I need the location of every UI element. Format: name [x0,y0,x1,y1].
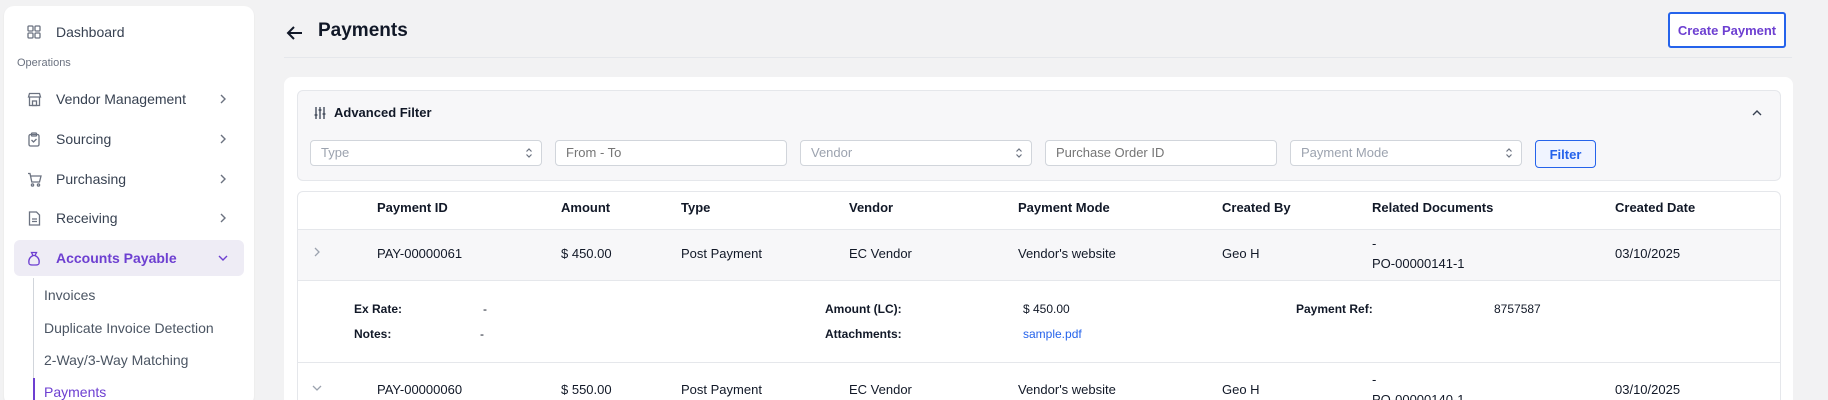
date-range-field[interactable] [566,145,786,160]
cell-vendor: EC Vendor [849,246,912,261]
column-header-created-date[interactable]: Created Date [1615,200,1695,215]
moneybag-icon [26,250,42,266]
vendor-select[interactable]: Vendor [800,140,1032,166]
purchase-order-input[interactable] [1045,140,1277,166]
detail-label-notes: Notes: [354,327,392,341]
column-header-amount[interactable]: Amount [561,200,610,215]
chevron-right-icon [220,213,226,223]
create-payment-button[interactable]: Create Payment [1668,12,1786,48]
cell-created-by: Geo H [1222,382,1260,397]
column-header-payment-mode[interactable]: Payment Mode [1018,200,1110,215]
purchase-order-field[interactable] [1056,145,1276,160]
column-header-type[interactable]: Type [681,200,710,215]
document-icon [26,210,42,226]
column-header-created-by[interactable]: Created By [1222,200,1291,215]
sidebar-subitem-duplicate-invoice-detection[interactable]: Duplicate Invoice Detection [44,320,214,336]
select-arrows-icon [526,148,532,158]
chevron-down-icon[interactable] [311,382,323,394]
detail-label-ex-rate: Ex Rate: [354,302,403,316]
sidebar-item-label: Dashboard [56,24,125,40]
cell-created-by: Geo H [1222,246,1260,261]
select-arrows-icon [1506,148,1512,158]
cell-type: Post Payment [681,246,762,261]
payments-table [297,191,1781,400]
sidebar-subitem-matching[interactable]: 2-Way/3-Way Matching [44,352,188,368]
dashboard-icon [26,24,42,40]
sidebar-item-label: Sourcing [56,131,112,147]
date-range-input[interactable] [555,140,787,166]
page-title: Payments [318,20,408,41]
detail-label-amount-lc: Amount (LC): [825,302,902,316]
advanced-filter-title: Advanced Filter [334,105,432,120]
sidebar-item-label: Accounts Payable [56,250,177,266]
active-indicator [33,378,35,400]
payment-mode-select[interactable]: Payment Mode [1290,140,1522,166]
sidebar-item-vendor-management[interactable]: Vendor Management [14,81,244,117]
cell-created-date: 03/10/2025 [1615,382,1681,397]
column-header-vendor[interactable]: Vendor [849,200,893,215]
sidebar-item-label: Receiving [56,210,118,226]
cell-vendor: EC Vendor [849,382,912,397]
sidebar-item-accounts-payable[interactable]: Accounts Payable [14,240,244,276]
store-icon [26,91,42,107]
detail-value-notes: - [480,327,484,341]
filter-button[interactable]: Filter [1535,140,1596,168]
detail-value-payment-ref: 8757587 [1494,302,1541,316]
sidebar-item-label: Vendor Management [56,91,186,107]
payment-mode-select-placeholder: Payment Mode [1301,145,1389,160]
detail-value-amount-lc: $ 450.00 [1023,302,1070,316]
chevron-right-icon [220,134,226,144]
sidebar-item-dashboard[interactable]: Dashboard [14,14,244,50]
section-label: Operations [17,57,71,69]
cell-related-doc-2: PO-00000141-1 [1372,256,1465,271]
cart-icon [26,171,42,187]
cell-amount: $ 450.00 [561,246,612,261]
cell-payment-id: PAY-00000060 [377,382,463,397]
accounts-payable-submenu: Invoices Duplicate Invoice Detection 2-W… [33,278,243,400]
sidebar-item-purchasing[interactable]: Purchasing [14,161,244,197]
vendor-select-placeholder: Vendor [811,145,853,160]
back-arrow-icon[interactable] [284,22,306,44]
chevron-right-icon [220,174,226,184]
chevron-right-icon [220,94,226,104]
sidebar-subitem-payments[interactable]: Payments [44,384,106,400]
type-select-placeholder: Type [321,145,350,160]
cell-related-doc-1: - [1372,236,1377,251]
cell-related-doc-2: PO-00000140-1 [1372,392,1465,400]
header-divider [284,57,1792,58]
select-arrows-icon [1016,148,1022,158]
sidebar-item-label: Purchasing [56,171,127,187]
column-header-related-documents[interactable]: Related Documents [1372,200,1493,215]
clipboard-icon [26,131,42,147]
sidebar-item-receiving[interactable]: Receiving [14,200,244,236]
detail-label-attachments: Attachments: [825,327,902,341]
cell-payment-mode: Vendor's website [1018,246,1116,261]
column-header-payment-id[interactable]: Payment ID [377,200,448,215]
sidebar-item-sourcing[interactable]: Sourcing [14,121,244,157]
attachment-link[interactable]: sample.pdf [1023,327,1082,341]
cell-amount: $ 550.00 [561,382,612,397]
chevron-right-icon[interactable] [311,246,323,258]
sliders-icon [314,107,326,119]
chevron-up-icon[interactable] [1750,106,1764,120]
detail-label-payment-ref: Payment Ref: [1296,302,1373,316]
cell-type: Post Payment [681,382,762,397]
chevron-down-icon [218,255,228,261]
detail-value-ex-rate: - [483,302,487,316]
cell-created-date: 03/10/2025 [1615,246,1681,261]
cell-payment-mode: Vendor's website [1018,382,1116,397]
row-divider [298,362,1780,363]
cell-payment-id: PAY-00000061 [377,246,463,261]
cell-related-doc-1: - [1372,372,1377,387]
sidebar-subitem-invoices[interactable]: Invoices [44,287,95,303]
type-select[interactable]: Type [310,140,542,166]
